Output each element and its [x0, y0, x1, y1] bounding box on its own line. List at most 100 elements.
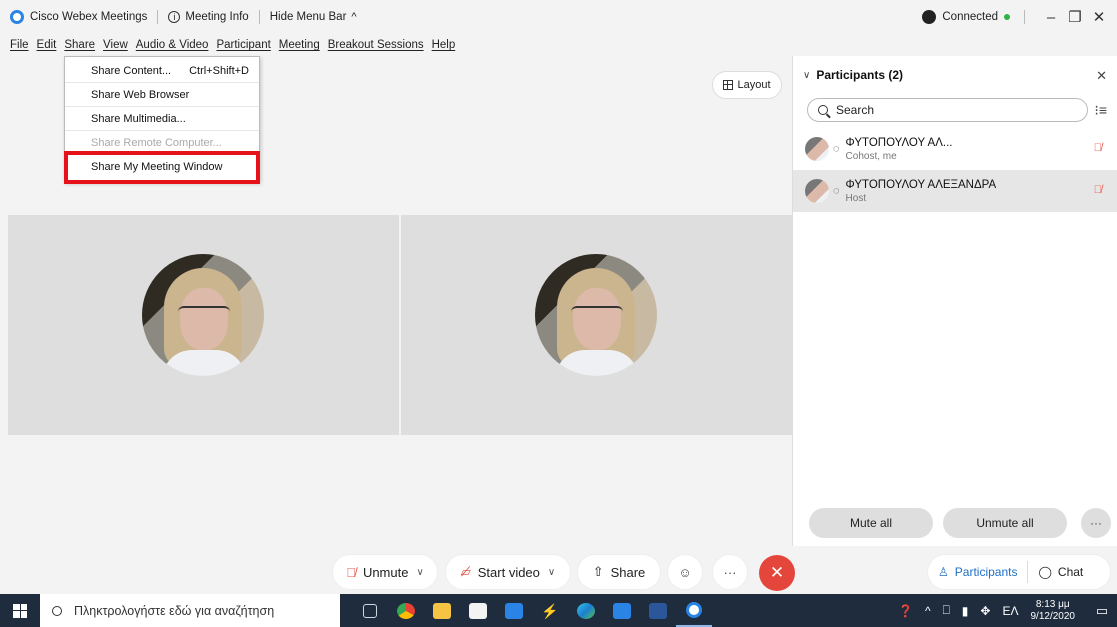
task-view-icon[interactable] — [352, 594, 388, 627]
leave-meeting-button[interactable]: ✕ — [759, 555, 795, 591]
layout-button[interactable]: Layout — [712, 71, 782, 99]
share-icon: ⇧ — [592, 564, 604, 579]
taskbar-search-input[interactable]: Πληκτρολογήστε εδώ για αναζήτηση — [40, 594, 340, 627]
participant-role: Cohost, me — [845, 150, 897, 162]
clock[interactable]: 8:13 μμ 9/12/2020 — [1031, 599, 1076, 623]
chevron-down-icon[interactable]: ∨ — [803, 70, 810, 81]
app-title: Cisco Webex Meetings — [30, 11, 148, 23]
chevron-up-icon[interactable]: ^ — [925, 604, 931, 618]
reactions-button[interactable]: ☺ — [668, 555, 702, 589]
dropbox-icon[interactable]: ✥ — [980, 604, 990, 618]
search-placeholder: Search — [836, 103, 875, 117]
panel-title: Participants (2) — [816, 68, 904, 82]
close-panel-icon[interactable]: ✕ — [1096, 68, 1107, 84]
share-multimedia-item[interactable]: Share Multimedia... — [65, 107, 259, 131]
store-icon[interactable] — [460, 594, 496, 627]
hide-menu-bar-button[interactable]: Hide Menu Bar — [270, 11, 347, 23]
help-icon[interactable]: ❓ — [898, 604, 913, 618]
connection-icon — [922, 10, 937, 24]
share-button[interactable]: ⇧ Share — [578, 555, 660, 589]
share-my-meeting-window-item[interactable]: Share My Meeting Window — [65, 155, 259, 179]
power-automate-icon[interactable]: ⚡ — [532, 594, 568, 627]
word-icon[interactable] — [640, 594, 676, 627]
menu-bar: File Edit Share View Audio & Video Parti… — [0, 34, 1117, 56]
close-icon: ✕ — [769, 563, 785, 582]
chat-icon: ◯ — [1038, 565, 1052, 579]
menu-audio-video[interactable]: Audio & Video — [136, 39, 209, 51]
video-tile[interactable] — [401, 215, 792, 435]
connection-status[interactable]: Connected — [942, 11, 998, 23]
tab-chat-label: Chat — [1057, 565, 1084, 579]
video-off-icon: ▱̸ — [460, 564, 471, 579]
more-options-button[interactable]: ··· — [1081, 508, 1111, 538]
info-icon[interactable]: i — [168, 11, 181, 23]
mute-all-button[interactable]: Mute all — [809, 508, 933, 538]
language-indicator[interactable]: ΕΛ — [1002, 604, 1018, 618]
menu-item-label: Share Multimedia... — [91, 112, 186, 125]
menu-participant[interactable]: Participant — [216, 39, 270, 51]
minimize-icon[interactable]: – — [1039, 9, 1063, 26]
participants-panel: ∨ Participants (2) ✕ Search ⁝≡ ◌ ΦΥΤΟΠΟΥ… — [792, 56, 1117, 546]
tab-participants[interactable]: ♙ Participants — [928, 555, 1027, 589]
photos-icon[interactable] — [604, 594, 640, 627]
participant-video-avatar — [535, 254, 657, 376]
file-explorer-icon[interactable] — [424, 594, 460, 627]
sort-icon[interactable]: ⁝≡ — [1094, 102, 1107, 119]
menu-item-shortcut: Ctrl+Shift+D — [189, 64, 249, 77]
unmute-all-button[interactable]: Unmute all — [943, 508, 1067, 538]
tab-chat[interactable]: ◯ Chat — [1028, 555, 1093, 589]
menu-breakout-sessions[interactable]: Breakout Sessions — [328, 39, 424, 51]
network-icon[interactable]: ⎕ — [943, 603, 950, 618]
clock-date: 9/12/2020 — [1030, 610, 1076, 622]
chrome-icon[interactable] — [388, 594, 424, 627]
participant-row[interactable]: ◌ ΦΥΤΟΠΟΥΛΟΥ ΑΛΕΞΑΝΔΡΑ Host 🎙̸ — [793, 170, 1117, 212]
menu-share[interactable]: Share — [64, 39, 95, 51]
mic-muted-icon[interactable]: 🎙̸ — [1094, 184, 1102, 196]
edge-icon[interactable] — [568, 594, 604, 627]
start-video-button[interactable]: ▱̸ Start video ∨ — [446, 555, 570, 589]
chevron-down-icon[interactable]: ∨ — [548, 567, 555, 578]
mail-icon[interactable] — [496, 594, 532, 627]
chevron-up-icon[interactable]: ^ — [351, 11, 356, 23]
webex-taskbar-icon[interactable] — [676, 594, 712, 627]
mic-muted-icon: 🎙̸ — [346, 564, 356, 580]
panel-header[interactable]: ∨ Participants (2) — [793, 56, 1117, 94]
menu-edit[interactable]: Edit — [37, 39, 57, 51]
divider — [258, 10, 260, 24]
close-window-icon[interactable]: ✕ — [1087, 8, 1111, 26]
meeting-info-button[interactable]: Meeting Info — [185, 11, 248, 23]
more-icon: ··· — [723, 564, 737, 580]
notification-icon[interactable]: ▭ — [1087, 603, 1117, 619]
more-controls-button[interactable]: ··· — [713, 555, 747, 589]
participant-name: ΦΥΤΟΠΟΥΛΟΥ ΑΛ... — [845, 136, 953, 149]
audio-icon: ◌ — [833, 185, 840, 197]
menu-view[interactable]: View — [103, 39, 128, 51]
participant-search-input[interactable]: Search — [807, 98, 1088, 122]
avatar — [805, 137, 829, 161]
share-web-browser-item[interactable]: Share Web Browser — [65, 83, 259, 107]
participant-info: ΦΥΤΟΠΟΥΛΟΥ ΑΛ... Cohost, me — [846, 137, 953, 162]
unmute-button[interactable]: 🎙̸ Unmute ∨ — [333, 555, 437, 589]
participant-row[interactable]: ◌ ΦΥΤΟΠΟΥΛΟΥ ΑΛ... Cohost, me 🎙̸ — [793, 128, 1117, 170]
clock-time: 8:13 μμ — [1035, 598, 1070, 610]
smiley-icon: ☺ — [678, 564, 692, 580]
chevron-down-icon[interactable]: ∨ — [416, 567, 423, 578]
battery-icon[interactable]: ▮ — [962, 604, 969, 618]
video-tile[interactable] — [8, 215, 399, 435]
menu-meeting[interactable]: Meeting — [279, 39, 320, 51]
windows-icon — [13, 603, 27, 618]
start-video-label: Start video — [477, 564, 540, 580]
layout-label: Layout — [737, 79, 771, 91]
menu-file[interactable]: File — [10, 39, 29, 51]
search-icon — [52, 605, 62, 616]
menu-item-label: Share Remote Computer... — [91, 136, 222, 149]
start-button[interactable] — [0, 594, 40, 627]
participant-name: ΦΥΤΟΠΟΥΛΟΥ ΑΛΕΞΑΝΔΡΑ — [845, 178, 997, 191]
share-content-item[interactable]: Share Content... Ctrl+Shift+D — [65, 59, 259, 83]
grid-icon — [723, 80, 734, 90]
share-menu: Share Content... Ctrl+Shift+D Share Web … — [64, 56, 260, 182]
mic-muted-icon[interactable]: 🎙̸ — [1094, 142, 1102, 154]
webex-logo-icon — [10, 10, 24, 24]
menu-help[interactable]: Help — [432, 39, 456, 51]
restore-icon[interactable]: ❐ — [1063, 8, 1087, 26]
